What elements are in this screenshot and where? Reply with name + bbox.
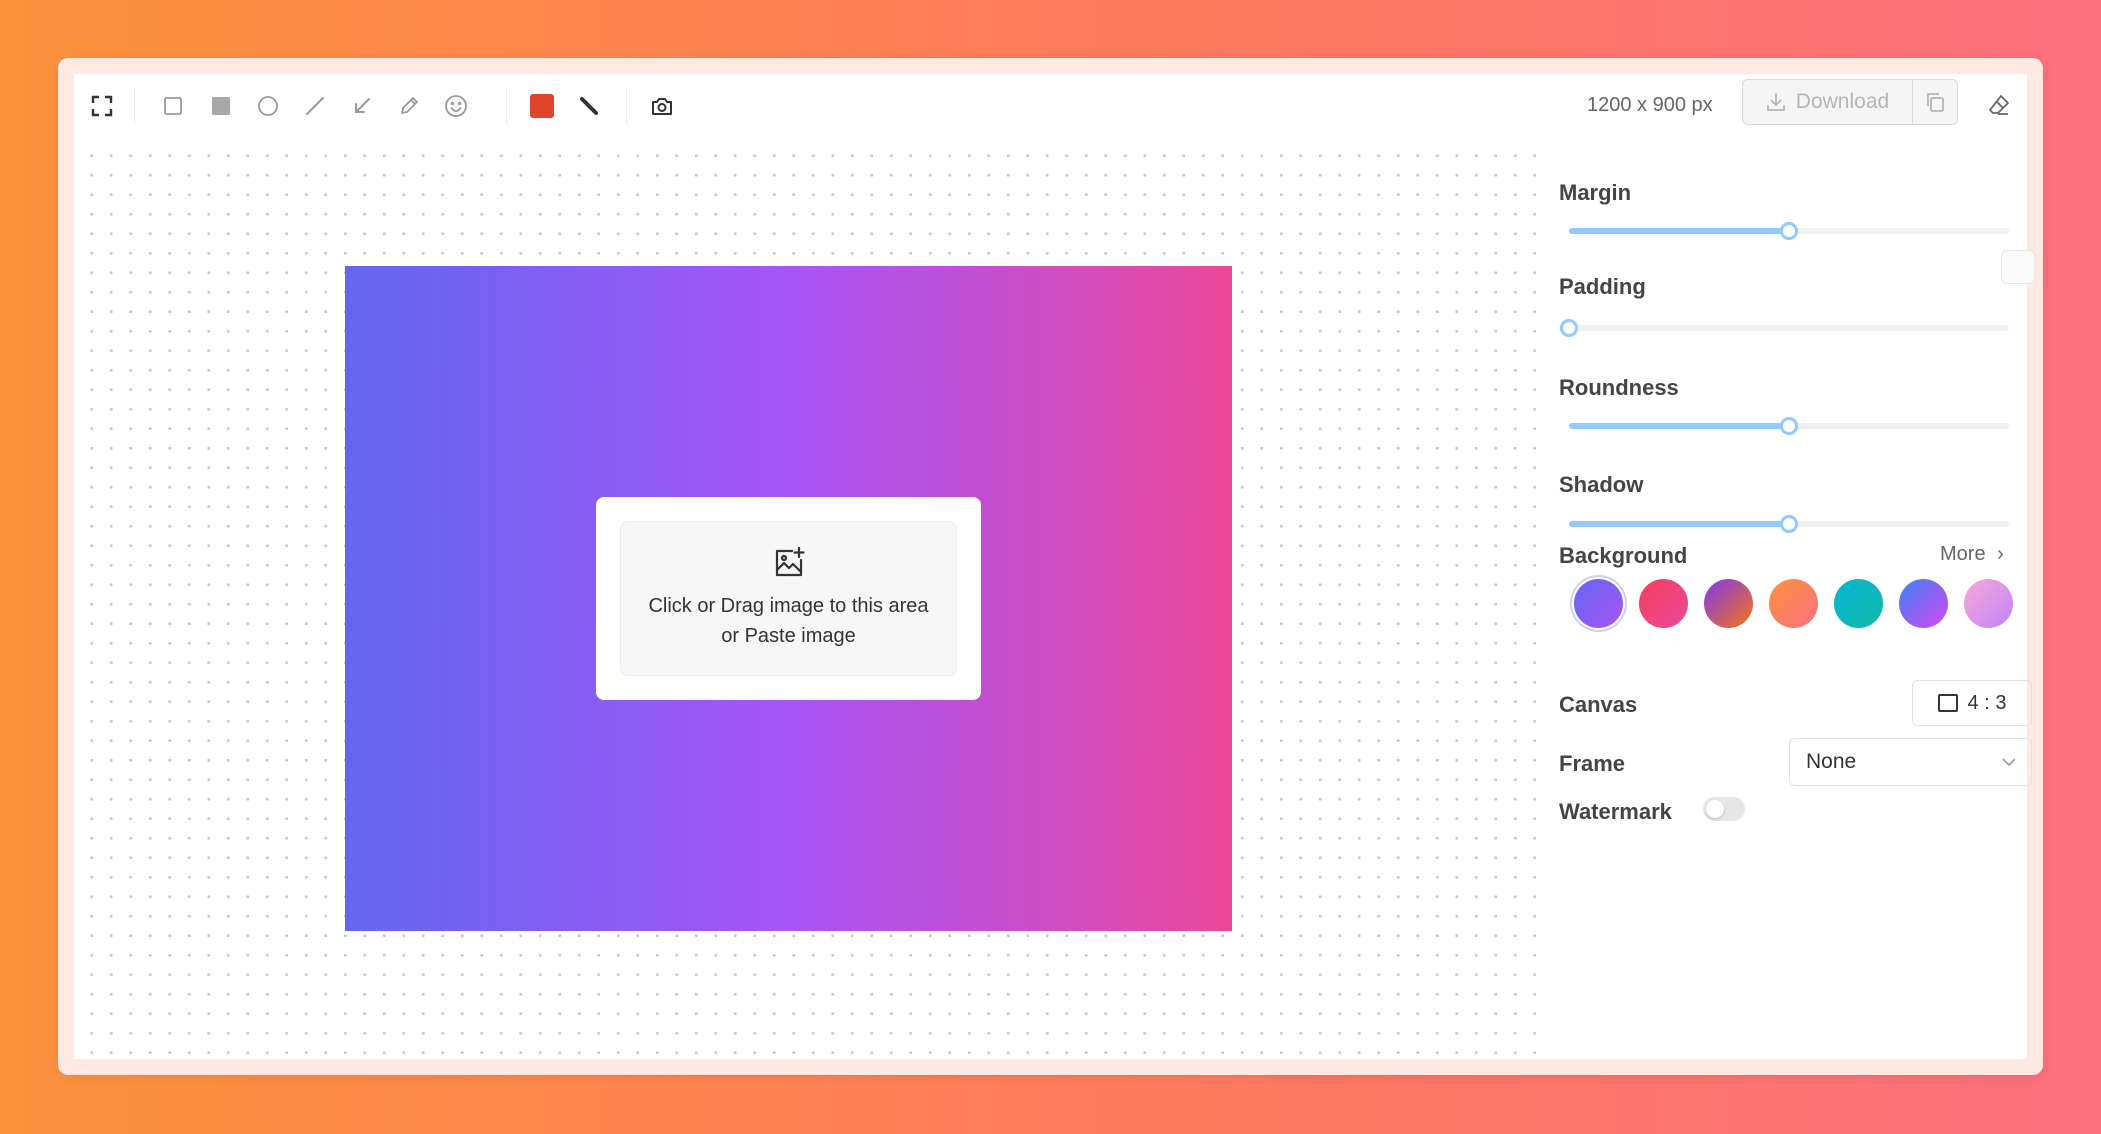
fullscreen-icon[interactable]	[86, 90, 118, 122]
settings-sidebar: Margin Padding Roundness Shadow Backgrou…	[1537, 138, 2035, 1059]
watermark-toggle[interactable]	[1703, 797, 1745, 821]
frame-label: Frame	[1559, 751, 1626, 776]
shadow-slider[interactable]	[1569, 515, 2009, 533]
drop-card: Click or Drag image to this area or Past…	[596, 497, 981, 700]
slider-fill	[1569, 228, 1789, 234]
frame-select[interactable]: None	[1789, 738, 2032, 786]
download-button[interactable]: Download	[1743, 80, 1913, 124]
watermark-label: Watermark	[1559, 799, 1672, 824]
dropzone-text-line2: or Paste image	[721, 625, 856, 647]
rectangle-outline-icon[interactable]	[157, 90, 189, 122]
eraser-icon[interactable]	[1982, 88, 2016, 122]
dropzone-text-line1: Click or Drag image to this area	[648, 595, 929, 617]
background-label: Background	[1559, 543, 1688, 568]
background-swatch[interactable]	[1964, 579, 2013, 628]
background-swatch[interactable]	[1639, 579, 1688, 628]
copy-icon	[1927, 93, 1944, 112]
arrow-icon[interactable]	[346, 90, 378, 122]
canvas-ratio-value: 4 : 3	[1967, 691, 2007, 714]
download-group: Download	[1742, 79, 1958, 125]
canvas-area: Click or Drag image to this area or Past…	[74, 138, 1537, 1059]
shadow-label: Shadow	[1559, 472, 1644, 497]
download-label: Download	[1795, 90, 1890, 113]
circle-icon[interactable]	[252, 90, 284, 122]
margin-slider[interactable]	[1569, 222, 2009, 240]
toolbar: 1200 x 900 px Download	[74, 74, 2027, 138]
background-swatch[interactable]	[1769, 579, 1818, 628]
canvas-size-label: 1200 x 900 px	[1587, 94, 1713, 116]
background-swatch[interactable]	[1899, 579, 1948, 628]
line-icon[interactable]	[299, 90, 331, 122]
toggle-knob	[1706, 800, 1724, 818]
roundness-label: Roundness	[1559, 375, 1679, 400]
chevron-right-icon: ›	[1997, 543, 2004, 565]
chevron-down-icon	[2002, 758, 2016, 767]
background-swatches	[1574, 579, 2013, 628]
pencil-icon[interactable]	[393, 90, 425, 122]
background-swatch[interactable]	[1574, 579, 1623, 628]
camera-icon[interactable]	[646, 90, 678, 122]
toolbar-divider	[626, 88, 627, 124]
image-dropzone[interactable]: Click or Drag image to this area or Past…	[620, 521, 957, 676]
slider-handle[interactable]	[1560, 319, 1578, 337]
copy-button[interactable]	[1913, 80, 1957, 124]
app-container: 1200 x 900 px Download Click or Drag ima…	[74, 74, 2035, 1059]
margin-label: Margin	[1559, 180, 1632, 205]
aspect-ratio-icon	[1937, 694, 1958, 712]
background-swatch[interactable]	[1834, 579, 1883, 628]
active-color-swatch	[530, 94, 554, 118]
slider-handle[interactable]	[1780, 222, 1798, 240]
padding-checkbox[interactable]	[2001, 250, 2035, 284]
canvas-ratio-button[interactable]: 4 : 3	[1912, 680, 2032, 726]
canvas-label: Canvas	[1559, 692, 1638, 717]
roundness-slider[interactable]	[1569, 417, 2009, 435]
stroke-width-icon[interactable]	[573, 90, 605, 122]
slider-handle[interactable]	[1780, 417, 1798, 435]
frame-select-value: None	[1806, 750, 1857, 773]
padding-slider[interactable]	[1560, 319, 2009, 337]
background-swatch[interactable]	[1704, 579, 1753, 628]
add-image-icon	[772, 546, 806, 585]
slider-handle[interactable]	[1780, 515, 1798, 533]
rectangle-filled-icon[interactable]	[205, 90, 237, 122]
toolbar-divider	[506, 88, 507, 124]
padding-label: Padding	[1559, 274, 1646, 299]
emoji-icon[interactable]	[440, 90, 472, 122]
slider-fill	[1569, 521, 1789, 527]
download-icon	[1766, 93, 1785, 111]
more-label: More	[1940, 543, 1986, 565]
app-window: 1200 x 900 px Download Click or Drag ima…	[58, 58, 2043, 1075]
color-picker-icon[interactable]	[526, 90, 558, 122]
artboard: Click or Drag image to this area or Past…	[345, 266, 1232, 931]
toolbar-divider	[134, 88, 135, 124]
more-backgrounds-link[interactable]: More ›	[1940, 543, 2004, 566]
slider-fill	[1569, 423, 1789, 429]
